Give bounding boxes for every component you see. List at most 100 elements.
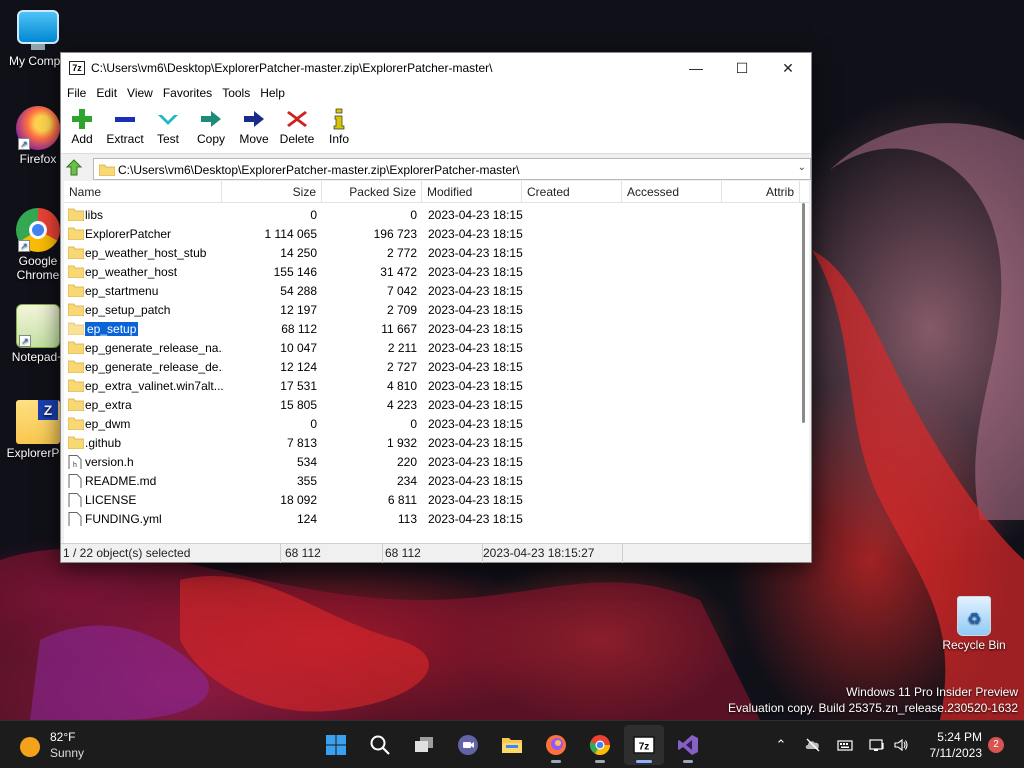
file-modified: 2023-04-23 18:15 <box>428 284 523 298</box>
file-row[interactable]: ep_setup 68 112 11 667 2023-04-23 18:15 <box>64 320 797 339</box>
file-name[interactable]: libs <box>85 208 103 222</box>
menu-tools[interactable]: Tools <box>217 83 255 104</box>
file-name[interactable]: ep_generate_release_de... <box>85 360 223 374</box>
copy-label: Copy <box>196 132 225 146</box>
file-name[interactable]: ep_startmenu <box>85 284 158 298</box>
notification-badge[interactable]: 2 <box>988 737 1004 753</box>
info-button[interactable]: Info <box>327 106 351 152</box>
menu-help[interactable]: Help <box>255 83 290 104</box>
file-row[interactable]: FUNDING.yml 124 113 2023-04-23 18:15 <box>64 510 797 529</box>
menu-edit[interactable]: Edit <box>91 83 122 104</box>
file-packed-size: 2 211 <box>387 341 417 355</box>
file-name[interactable]: ep_weather_host <box>85 265 177 279</box>
taskbar: 82°F Sunny 7z ⌃ 5:24 PM 7/11/2023 2 <box>0 720 1024 768</box>
vertical-scrollbar[interactable] <box>800 203 806 523</box>
menu-file[interactable]: File <box>61 83 91 104</box>
path-combobox[interactable]: C:\Users\vm6\Desktop\ExplorerPatcher-mas… <box>93 158 811 180</box>
file-name[interactable]: ep_setup <box>85 322 139 336</box>
volume-icon[interactable] <box>893 737 909 753</box>
vertical-scrollbar-thumb[interactable] <box>802 203 805 423</box>
copy-button[interactable]: Copy <box>195 106 227 152</box>
add-button[interactable]: Add <box>67 106 97 152</box>
file-name[interactable]: ExplorerPatcher <box>85 227 171 241</box>
file-row[interactable]: ep_setup_patch 12 197 2 709 2023-04-23 18:1… <box>64 301 797 320</box>
7zip-app-icon: 7z <box>69 61 85 75</box>
7zip-taskbar-button[interactable]: 7z <box>624 725 664 765</box>
onedrive-cloud-icon[interactable] <box>805 737 821 753</box>
file-row[interactable]: ep_weather_host 155 146 31 472 2023-04-23 1… <box>64 263 797 282</box>
file-row[interactable]: libs 0 0 2023-04-23 18:15 <box>64 206 797 225</box>
recycle-bin-icon: ♻ <box>957 596 991 636</box>
teams-chat-button[interactable] <box>448 725 488 765</box>
file-name[interactable]: ep_generate_release_na... <box>85 341 223 355</box>
minimize-button[interactable]: — <box>673 53 719 83</box>
file-explorer-button[interactable] <box>492 725 532 765</box>
file-row[interactable]: ep_generate_release_de... 12 124 2 727 2023… <box>64 358 797 377</box>
file-row[interactable]: .github 7 813 1 932 2023-04-23 18:15 <box>64 434 797 453</box>
move-button[interactable]: Move <box>237 106 271 152</box>
file-row[interactable]: LICENSE 18 092 6 811 2023-04-23 18:15 <box>64 491 797 510</box>
chrome-icon: ↗ <box>16 208 60 252</box>
up-folder-button[interactable] <box>65 159 83 177</box>
file-packed-size: 4 810 <box>386 379 417 393</box>
file-row[interactable]: ep_extra 15 805 4 223 2023-04-23 18:15 <box>64 396 797 415</box>
column-header-size[interactable]: Size <box>222 181 322 203</box>
close-button[interactable]: ✕ <box>765 53 811 83</box>
file-row[interactable]: ep_weather_host_stub 14 250 2 772 2023-04-2… <box>64 244 797 263</box>
file-row[interactable]: h version.h 534 220 2023-04-23 18:15 <box>64 453 797 472</box>
task-view-button[interactable] <box>404 725 444 765</box>
file-row[interactable]: ep_startmenu 54 288 7 042 2023-04-23 18:15 <box>64 282 797 301</box>
search-button[interactable] <box>360 725 400 765</box>
file-name[interactable]: .github <box>85 436 121 450</box>
file-row[interactable]: ep_extra_valinet.win7alt... 17 531 4 810 20… <box>64 377 797 396</box>
chevron-down-icon[interactable]: ⌄ <box>798 162 806 173</box>
column-header-attrib[interactable]: Attrib <box>722 181 800 203</box>
file-modified: 2023-04-23 18:15 <box>428 398 523 412</box>
7zip-file-manager-window[interactable]: 7z C:\Users\vm6\Desktop\ExplorerPatcher-… <box>60 52 812 563</box>
path-text: C:\Users\vm6\Desktop\ExplorerPatcher-mas… <box>118 163 520 177</box>
taskbar-clock[interactable]: 5:24 PM 7/11/2023 <box>920 729 983 761</box>
status-packed-size: 68 112 <box>383 544 483 563</box>
menu-favorites[interactable]: Favorites <box>158 83 217 104</box>
file-name[interactable]: ep_setup_patch <box>85 303 170 317</box>
visual-studio-taskbar-button[interactable] <box>668 725 708 765</box>
keyboard-icon[interactable] <box>837 737 853 753</box>
column-header-name[interactable]: Name <box>64 181 222 203</box>
chrome-taskbar-button[interactable] <box>580 725 620 765</box>
file-name[interactable]: FUNDING.yml <box>85 512 162 526</box>
test-button[interactable]: Test <box>155 106 181 152</box>
start-button[interactable] <box>316 725 356 765</box>
file-modified: 2023-04-23 18:15 <box>428 474 523 488</box>
file-row[interactable]: ExplorerPatcher 1 114 065 196 723 2023-04-2… <box>64 225 797 244</box>
extract-button[interactable]: Extract <box>105 106 145 152</box>
file-name[interactable]: ep_extra_valinet.win7alt... <box>85 379 223 393</box>
file-list[interactable]: Name Size Packed Size Modified Created A… <box>64 181 809 543</box>
file-packed-size: 220 <box>396 455 417 469</box>
column-header-accessed[interactable]: Accessed <box>622 181 722 203</box>
show-hidden-icons-chevron-up-icon[interactable]: ⌃ <box>773 737 789 753</box>
file-modified: 2023-04-23 18:15 <box>428 265 523 279</box>
file-name[interactable]: ep_dwm <box>85 417 130 431</box>
file-name[interactable]: README.md <box>85 474 156 488</box>
column-header-created[interactable]: Created <box>522 181 622 203</box>
shortcut-arrow-icon: ↗ <box>19 335 31 347</box>
file-name[interactable]: ep_extra <box>85 398 132 412</box>
menu-view[interactable]: View <box>122 83 158 104</box>
title-bar[interactable]: 7z C:\Users\vm6\Desktop\ExplorerPatcher-… <box>61 53 811 83</box>
zip-folder-icon: Z <box>16 400 60 444</box>
file-name[interactable]: version.h <box>85 455 134 469</box>
file-name[interactable]: LICENSE <box>85 493 136 507</box>
firefox-taskbar-button[interactable] <box>536 725 576 765</box>
weather-temperature: 82°F <box>50 730 76 744</box>
column-header-packed-size[interactable]: Packed Size <box>322 181 422 203</box>
network-icon[interactable] <box>869 737 885 753</box>
delete-button[interactable]: Delete <box>279 106 315 152</box>
file-row[interactable]: ep_dwm 0 0 2023-04-23 18:15 <box>64 415 797 434</box>
file-name-cell: ep_generate_release_na... <box>85 339 223 358</box>
file-row[interactable]: ep_generate_release_na... 10 047 2 211 2023… <box>64 339 797 358</box>
maximize-button[interactable]: ☐ <box>719 53 765 83</box>
file-name[interactable]: ep_weather_host_stub <box>85 246 206 260</box>
file-row[interactable]: README.md 355 234 2023-04-23 18:15 <box>64 472 797 491</box>
desktop-icon-recycle-bin[interactable]: ♻ Recycle Bin <box>936 596 1012 652</box>
column-header-modified[interactable]: Modified <box>422 181 522 203</box>
